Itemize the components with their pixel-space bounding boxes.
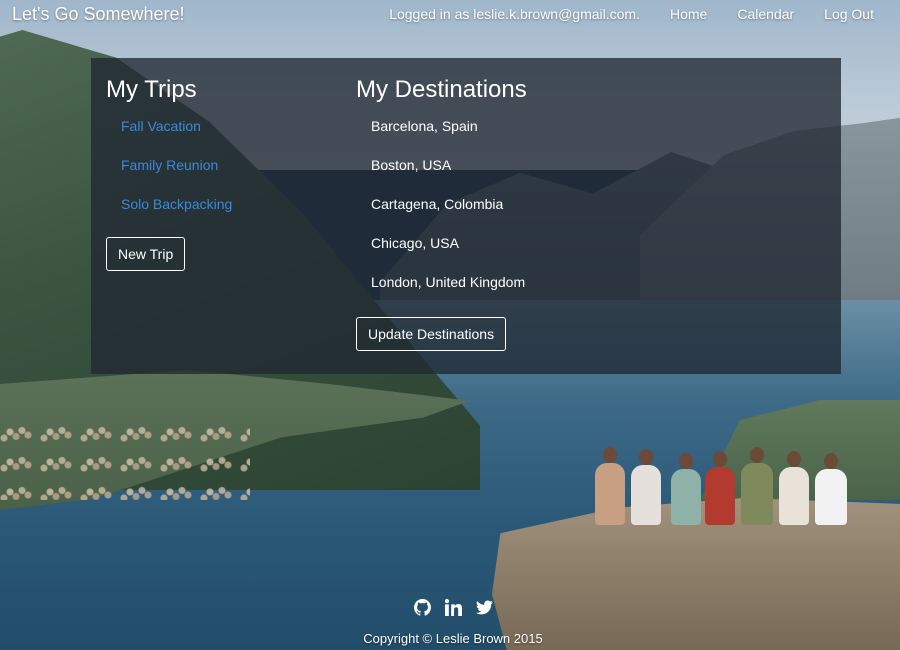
person [779, 451, 809, 525]
linkedin-icon-svg [444, 598, 462, 616]
brand-link[interactable]: Let's Go Somewhere! [12, 4, 185, 25]
list-item: Chicago, USA [371, 235, 459, 251]
my-destinations-section: My Destinations Barcelona, Spain Boston,… [356, 76, 796, 351]
person [705, 451, 735, 525]
my-trips-title: My Trips [106, 76, 197, 103]
main-nav: Logged in as leslie.k.brown@gmail.com. H… [389, 6, 888, 22]
twitter-icon[interactable] [475, 599, 493, 616]
list-item: Cartagena, Colombia [371, 196, 504, 212]
trip-link[interactable]: Fall Vacation [121, 118, 201, 134]
new-trip-button[interactable]: New Trip [106, 237, 186, 271]
person [631, 449, 661, 525]
list-item: London, United Kingdom [371, 274, 526, 290]
person [741, 447, 773, 525]
copyright-text: Copyright © Leslie Brown 2015 [363, 631, 543, 646]
list-item: Family Reunion [121, 157, 326, 196]
dashboard-panel: My Trips Fall Vacation Family Reunion So… [91, 58, 841, 374]
linkedin-icon[interactable] [444, 598, 462, 616]
nav-calendar-link[interactable]: Calendar [737, 6, 794, 22]
list-item: Solo Backpacking [121, 196, 326, 235]
twitter-icon-svg [475, 600, 493, 614]
top-navbar: Let's Go Somewhere! Logged in as leslie.… [0, 0, 900, 28]
people-group [585, 425, 855, 525]
person [595, 447, 625, 525]
destination-list: Barcelona, Spain Boston, USA Cartagena, … [356, 118, 796, 313]
trip-link[interactable]: Solo Backpacking [121, 196, 232, 212]
nav-home-link[interactable]: Home [670, 6, 707, 22]
trip-link[interactable]: Family Reunion [121, 157, 218, 173]
list-item: Boston, USA [371, 157, 452, 173]
my-destinations-title: My Destinations [356, 76, 527, 103]
town-houses [0, 420, 250, 500]
nav-logout-link[interactable]: Log Out [824, 6, 874, 22]
social-links [413, 597, 493, 617]
github-icon-svg [413, 598, 431, 616]
list-item: Barcelona, Spain [371, 118, 478, 134]
update-destinations-button[interactable]: Update Destinations [356, 317, 507, 351]
trip-list: Fall Vacation Family Reunion Solo Backpa… [106, 118, 326, 235]
my-trips-section: My Trips Fall Vacation Family Reunion So… [106, 76, 326, 271]
github-icon[interactable] [413, 598, 431, 616]
person [671, 453, 701, 525]
list-item: Fall Vacation [121, 118, 326, 157]
footer: Copyright © Leslie Brown 2015 [0, 597, 900, 650]
logged-in-text: Logged in as leslie.k.brown@gmail.com. [389, 6, 640, 22]
person [815, 453, 847, 525]
